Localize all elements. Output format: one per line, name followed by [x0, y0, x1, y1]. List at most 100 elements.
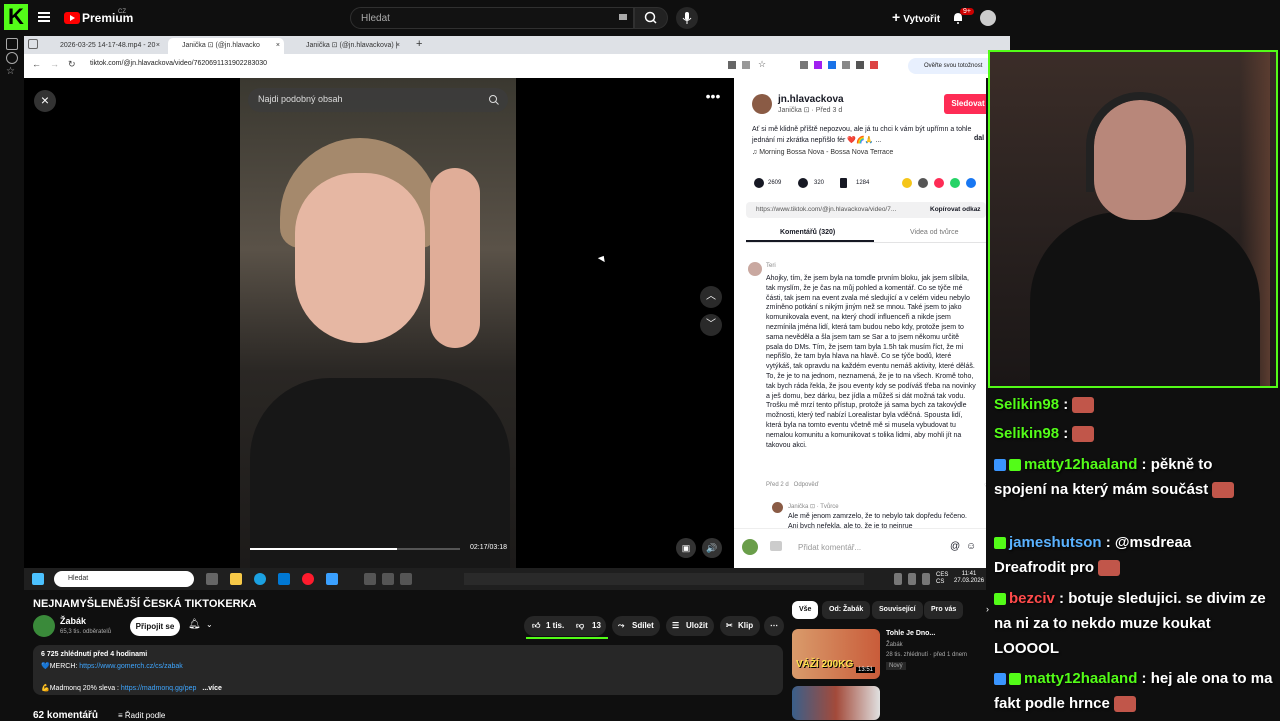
search-input[interactable]: Hledat: [350, 7, 634, 29]
app-icon[interactable]: [326, 573, 338, 585]
task-view-icon[interactable]: [206, 573, 218, 585]
share-button[interactable]: ⤳ Sdílet: [612, 616, 660, 636]
caption-more-link[interactable]: dal: [974, 135, 984, 142]
chip-for-you[interactable]: Pro vás: [924, 601, 964, 619]
chips-next-icon[interactable]: ›: [986, 604, 989, 614]
mic-button[interactable]: [676, 7, 698, 29]
channel-name[interactable]: Žabák: [60, 616, 86, 626]
sort-comments-button[interactable]: ≡ Řadit podle: [118, 711, 165, 720]
recommended-title[interactable]: Tohle Je Dno...: [886, 630, 935, 637]
taskbar-clock[interactable]: 11:41 27.03.2026: [954, 571, 984, 585]
save-button[interactable]: ☰ Uložit: [666, 616, 714, 636]
search-button[interactable]: [634, 7, 668, 29]
taskbar-search[interactable]: Hledat: [54, 571, 194, 587]
previous-video-button[interactable]: ︿: [700, 286, 722, 308]
more-actions-icon[interactable]: ⋯: [764, 616, 784, 636]
editor-timeline[interactable]: [464, 573, 864, 585]
comment-meta[interactable]: Před 2 d Odpověď: [766, 482, 818, 488]
tab-creator-videos[interactable]: Videa od tvůrce: [910, 229, 959, 236]
share-whatsapp-icon[interactable]: [950, 178, 960, 188]
search-icon[interactable]: [488, 94, 500, 106]
home-icon[interactable]: [6, 38, 18, 50]
volume-icon[interactable]: 🔊: [702, 538, 722, 558]
join-button[interactable]: Připojit se: [130, 617, 180, 636]
close-tab-icon[interactable]: ×: [396, 38, 400, 54]
back-icon[interactable]: ←: [32, 59, 41, 69]
similar-search-input[interactable]: Najdi podobný obsah: [248, 88, 508, 112]
recommended-thumbnail-2[interactable]: [792, 686, 880, 720]
browser-tab-1[interactable]: 2026-03-25 14-17-48.mp4 - 20 ×: [46, 38, 164, 54]
clip-button[interactable]: ✂ Klip: [720, 616, 760, 636]
recommended-thumbnail[interactable]: VÁŽÍ 200KG 13:51: [792, 629, 880, 679]
bookmark-icon[interactable]: [840, 178, 847, 188]
tab-comments[interactable]: Komentářů (320): [780, 229, 835, 236]
extension-icon[interactable]: [856, 61, 864, 69]
star-icon[interactable]: ☆: [6, 66, 15, 77]
chat-username[interactable]: Selikin98: [994, 396, 1059, 413]
reply-author[interactable]: Janička ⊡ · Tvůrce: [788, 503, 839, 510]
edge-icon[interactable]: [254, 573, 266, 585]
channel-avatar[interactable]: [33, 615, 55, 637]
comment-icon[interactable]: [798, 178, 808, 188]
like-count[interactable]: 1 tis.: [546, 616, 564, 636]
share-tiktok-icon[interactable]: [934, 178, 944, 188]
extension-icon[interactable]: [728, 61, 736, 69]
chat-username[interactable]: bezciv: [1009, 590, 1055, 607]
extension-icon[interactable]: [742, 61, 750, 69]
tab-menu-icon[interactable]: [28, 39, 38, 49]
chip-from-channel[interactable]: Od: Žabák: [822, 601, 871, 619]
browser-tab-3[interactable]: Janička ⊡ (@jn.hlavackova) | ×: [292, 38, 404, 54]
browser-tab-2[interactable]: Janička ⊡ (@jn.hlavacko ×: [168, 38, 284, 54]
copy-link-button[interactable]: Kopírovat odkaz: [930, 202, 981, 218]
close-tab-icon[interactable]: ×: [276, 38, 280, 54]
share-embed-icon[interactable]: [902, 178, 912, 188]
share-facebook-icon[interactable]: [966, 178, 976, 188]
extension-icon[interactable]: [870, 61, 878, 69]
thumbs-up-icon[interactable]: 👍︎: [532, 616, 540, 636]
chat-username[interactable]: Selikin98: [994, 425, 1059, 442]
extension-icon[interactable]: [828, 61, 836, 69]
reload-icon[interactable]: ↻: [68, 59, 76, 70]
music-info[interactable]: ♫ Morning Bossa Nova - Bossa Nova Terrac…: [752, 149, 893, 156]
merch-link[interactable]: https://www.gomerch.cz/cs/zabak: [79, 663, 182, 670]
next-video-button[interactable]: ﹀: [700, 314, 722, 336]
chat-username[interactable]: matty12haaland: [1024, 456, 1137, 473]
editor-tool-icon[interactable]: [400, 573, 412, 585]
forward-icon[interactable]: →: [50, 59, 59, 69]
user-avatar[interactable]: [980, 10, 996, 26]
subscribe-bell-icon[interactable]: 🔔︎: [188, 619, 201, 630]
share-code-icon[interactable]: [918, 178, 928, 188]
extension-icons[interactable]: ☆: [728, 59, 788, 71]
image-icon[interactable]: [770, 541, 782, 551]
comment-like-icon[interactable]: ♡: [984, 482, 986, 490]
commenter-avatar[interactable]: [748, 262, 762, 276]
chat-username[interactable]: jameshutson: [1009, 534, 1102, 551]
dislike-count[interactable]: 13: [592, 616, 601, 636]
extension-icons-2[interactable]: [800, 61, 900, 71]
emoji-icon[interactable]: ☺: [966, 541, 976, 552]
extension-icon[interactable]: [814, 61, 822, 69]
editor-tool-icon[interactable]: [382, 573, 394, 585]
follow-button[interactable]: Sledovat: [944, 94, 986, 114]
bookmark-star-icon[interactable]: ☆: [758, 59, 766, 70]
thumbs-down-icon[interactable]: 👎︎: [576, 616, 584, 636]
chip-all[interactable]: Vše: [792, 601, 819, 619]
madmonq-link[interactable]: https://madmonq.gg/pep: [121, 685, 197, 692]
close-tab-icon[interactable]: ×: [156, 38, 160, 54]
clock-icon[interactable]: [6, 52, 18, 64]
reply-avatar[interactable]: [772, 502, 783, 513]
show-more-link[interactable]: ...více: [202, 685, 221, 692]
store-icon[interactable]: [278, 573, 290, 585]
pip-icon[interactable]: ▣: [676, 538, 696, 558]
extension-icon[interactable]: [842, 61, 850, 69]
youtube-logo-icon[interactable]: [64, 12, 80, 24]
extension-icon[interactable]: [800, 61, 808, 69]
editor-tool-icon[interactable]: [364, 573, 376, 585]
heart-icon[interactable]: [754, 178, 764, 188]
url-field[interactable]: tiktok.com/@jn.hlavackova/video/76206911…: [90, 60, 267, 67]
menu-icon[interactable]: [38, 12, 50, 22]
chat-username[interactable]: matty12haaland: [1024, 670, 1137, 687]
system-tray-icon[interactable]: [894, 573, 902, 585]
system-tray-icon[interactable]: [922, 573, 930, 585]
more-options-icon[interactable]: •••: [700, 89, 726, 108]
